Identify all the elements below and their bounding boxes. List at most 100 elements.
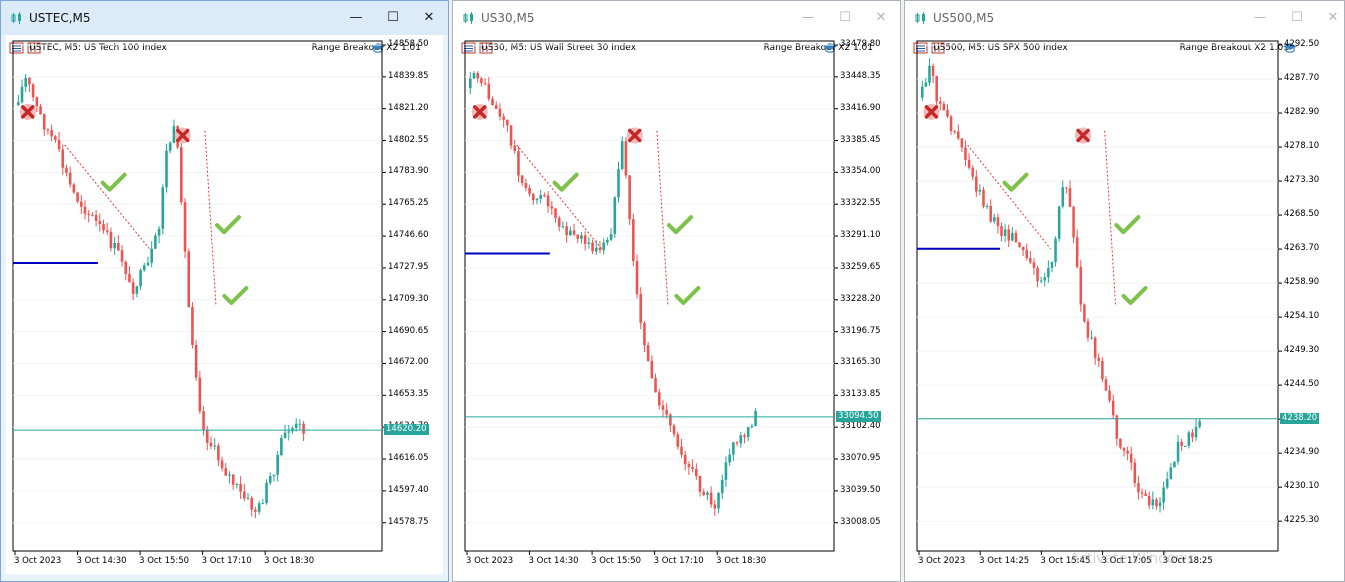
y-axis-label: 14858.50 [388, 39, 429, 49]
candle-body [1101, 361, 1104, 380]
candle-body [483, 83, 487, 85]
y-axis-label: 4254.10 [1284, 311, 1320, 322]
y-axis-label: 33416.90 [840, 102, 881, 113]
candle-body [583, 235, 587, 244]
candle-body [691, 466, 694, 469]
x-axis-label: 3 Oct 2023 [14, 556, 62, 566]
price-chart [12, 40, 386, 555]
y-axis-label: 4263.70 [1284, 243, 1320, 254]
candle-body [924, 82, 928, 87]
close-icon[interactable]: ✕ [873, 10, 889, 26]
minimize-icon[interactable]: — [348, 10, 364, 26]
candle-body [202, 411, 205, 430]
candle-body [57, 139, 61, 150]
candle-body [1003, 229, 1007, 236]
candle-body [754, 411, 757, 426]
candle-body [635, 261, 639, 295]
candle-body [602, 242, 605, 251]
candle-body [165, 150, 168, 188]
candle-body [750, 425, 754, 428]
candle-body [1165, 478, 1169, 488]
current-price-label: 33094.50 [836, 410, 881, 422]
y-axis-label: 33322.55 [840, 198, 881, 209]
candle-body [1079, 266, 1083, 305]
current-price-label: 14620.20 [384, 424, 429, 436]
candle-body [683, 454, 687, 465]
chart-area[interactable]: USTEC, M5: US Tech 100 Index Range Break… [6, 35, 443, 574]
candle-body [580, 235, 583, 239]
chart-window-us30[interactable]: US30,M5 — ☐ ✕ US30, M5: US Wall Street 3… [452, 0, 901, 582]
maximize-icon[interactable]: ☐ [837, 10, 853, 26]
candle-body [587, 242, 591, 244]
candle-body [971, 167, 974, 177]
candle-body [732, 442, 735, 455]
candle-body [606, 239, 609, 243]
candle-body [491, 98, 494, 106]
candle-body [476, 72, 480, 79]
plot-frame [464, 40, 835, 552]
candle-body [960, 138, 964, 148]
title-bar[interactable]: US30,M5 — ☐ ✕ [453, 1, 900, 35]
candle-body [985, 205, 989, 207]
y-axis-label: 14653.35 [388, 389, 429, 400]
y-axis-label: 4234.90 [1284, 447, 1320, 458]
check-icon [222, 286, 249, 305]
candle-body [509, 125, 513, 146]
minimize-icon[interactable]: — [800, 10, 816, 26]
chart-window-us500[interactable]: US500,M5 — ☐ ✕ US500, M5: US SPX 500 Ind… [904, 0, 1345, 582]
plot-frame [916, 40, 1279, 552]
candle-body [254, 509, 257, 512]
candle-body [154, 235, 157, 249]
candle-body [921, 86, 924, 98]
candle-body [743, 435, 746, 437]
candle-body [964, 147, 967, 160]
current-price-label: 4238.20 [1280, 412, 1320, 424]
title-bar[interactable]: USTEC,M5 — ☐ ✕ [1, 1, 448, 35]
candle-body [68, 172, 72, 185]
candle-body [1198, 421, 1201, 427]
candle-body [46, 129, 50, 131]
candle-body [706, 492, 709, 495]
candle-body [1144, 493, 1147, 496]
candle-body [617, 169, 620, 198]
window-title: USTEC,M5 [29, 11, 91, 25]
candle-body [1032, 262, 1036, 268]
y-axis-label: 14727.95 [388, 261, 429, 272]
candle-body [1122, 447, 1126, 451]
close-icon[interactable]: ✕ [421, 10, 437, 26]
candle-body [724, 462, 728, 480]
close-icon[interactable]: ✕ [1325, 10, 1341, 26]
candle-body [698, 476, 702, 492]
candle-body [702, 491, 706, 495]
candle-body [591, 242, 594, 252]
check-icon [674, 286, 701, 305]
candle-body [209, 442, 213, 447]
candle-body [1061, 187, 1065, 207]
candle-body [1018, 242, 1021, 247]
candle-body [989, 205, 992, 222]
x-axis-label: 3 Oct 14:25 [979, 556, 1030, 566]
candle-body [117, 243, 120, 251]
candle-body [1147, 495, 1151, 506]
minimize-icon[interactable]: — [1252, 10, 1268, 26]
maximize-icon[interactable]: ☐ [385, 10, 401, 26]
candle-body [224, 468, 228, 476]
maximize-icon[interactable]: ☐ [1289, 10, 1305, 26]
candle-body [39, 106, 42, 115]
y-axis-label: 33008.05 [840, 516, 881, 527]
y-axis-label: 33070.95 [840, 453, 881, 463]
candle-body [276, 455, 279, 475]
candle-body [1090, 337, 1093, 339]
chart-area[interactable]: US500, M5: US SPX 500 Index Range Breako… [910, 35, 1339, 574]
check-icon [552, 172, 579, 192]
candle-body [257, 503, 261, 512]
chart-area[interactable]: US30, M5: US Wall Street 30 Index Range … [458, 35, 895, 574]
title-bar[interactable]: US500,M5 — ☐ ✕ [905, 1, 1344, 35]
chart-window-ustec[interactable]: USTEC,M5 — ☐ ✕ USTEC, M5: US Tech 100 In… [0, 0, 449, 582]
candle-body [54, 136, 57, 140]
y-axis-label: 14839.85 [388, 70, 429, 81]
candle-body [287, 431, 291, 433]
candle-body [569, 230, 572, 236]
candle-body [472, 72, 476, 79]
y-axis-label: 33102.40 [840, 421, 881, 432]
